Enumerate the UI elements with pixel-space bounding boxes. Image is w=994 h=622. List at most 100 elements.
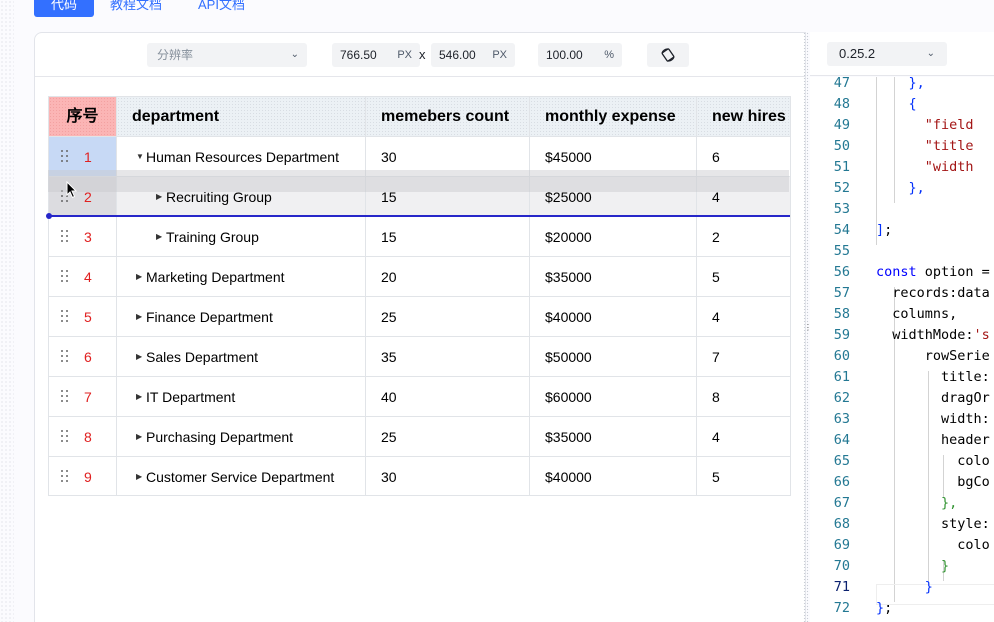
table-row[interactable]: 6 ▶ Sales Department 35 $50000 7 (49, 337, 790, 377)
tab-code[interactable]: 代码 (34, 0, 94, 17)
code-line[interactable]: colo (876, 535, 990, 556)
expand-arrow-icon[interactable]: ▶ (136, 457, 146, 495)
expand-arrow-icon[interactable]: ▶ (156, 177, 166, 216)
code-line[interactable]: "width (876, 157, 974, 178)
code-line[interactable]: colo (876, 451, 990, 472)
expand-arrow-icon[interactable]: ▶ (136, 297, 146, 336)
drag-handle-icon[interactable] (61, 150, 69, 164)
code-line[interactable]: widthMode:'s (876, 325, 990, 346)
drag-handle-icon[interactable] (61, 350, 69, 364)
code-line[interactable]: }, (876, 493, 957, 514)
code-line[interactable]: const option = (876, 262, 990, 283)
department-cell[interactable]: ▶ Training Group (117, 217, 366, 257)
expense-cell[interactable]: $35000 (530, 257, 697, 297)
serial-cell[interactable]: 7 (49, 377, 117, 417)
code-line[interactable]: } (876, 556, 949, 577)
drag-handle-icon[interactable] (61, 310, 69, 324)
header-new-hires[interactable]: new hires (697, 97, 790, 137)
code-line[interactable]: records:data (876, 283, 990, 304)
expand-arrow-icon[interactable]: ▶ (156, 217, 166, 256)
members-cell[interactable]: 15 (366, 217, 530, 257)
department-cell[interactable]: ▶ Purchasing Department (117, 417, 366, 457)
department-cell[interactable]: ▶ IT Department (117, 377, 366, 417)
hires-cell[interactable]: 6 (697, 137, 790, 177)
hires-cell[interactable]: 5 (697, 257, 790, 297)
expand-arrow-icon[interactable]: ▶ (136, 417, 146, 456)
serial-cell[interactable]: 4 (49, 257, 117, 297)
department-cell[interactable]: ▶ Customer Service Department (117, 457, 366, 495)
department-cell[interactable]: ▶ Finance Department (117, 297, 366, 337)
serial-cell[interactable]: 2 (49, 177, 117, 217)
code-line[interactable]: "title (876, 136, 974, 157)
expense-cell[interactable]: $40000 (530, 297, 697, 337)
header-department[interactable]: department (117, 97, 366, 137)
tab-api-docs[interactable]: API文档 (194, 0, 249, 17)
code-line[interactable]: header (876, 430, 990, 451)
code-line[interactable]: { (876, 94, 917, 115)
table-row[interactable]: 5 ▶ Finance Department 25 $40000 4 (49, 297, 790, 337)
serial-cell[interactable]: 1 (49, 137, 117, 177)
members-cell[interactable]: 40 (366, 377, 530, 417)
drag-handle-icon[interactable] (61, 470, 69, 484)
serial-cell[interactable]: 5 (49, 297, 117, 337)
expense-cell[interactable]: $25000 (530, 177, 697, 217)
department-cell[interactable]: ▶ Marketing Department (117, 257, 366, 297)
department-cell[interactable]: ▶ Recruiting Group (117, 177, 366, 217)
hires-cell[interactable]: 8 (697, 377, 790, 417)
tab-tutorial[interactable]: 教程文档 (106, 0, 166, 17)
code-line[interactable]: "field (876, 115, 974, 136)
expense-cell[interactable]: $60000 (530, 377, 697, 417)
table-row[interactable]: 9 ▶ Customer Service Department 30 $40000 5 (49, 457, 790, 495)
code-line[interactable]: style: (876, 514, 990, 535)
zoom-input[interactable]: 100.00 % (538, 43, 622, 67)
department-cell[interactable]: ▶ Sales Department (117, 337, 366, 377)
table-row[interactable]: 2 ▶ Recruiting Group 15 $25000 4 (49, 177, 790, 217)
code-line[interactable]: }, (876, 77, 925, 94)
table-row[interactable]: 8 ▶ Purchasing Department 25 $35000 4 (49, 417, 790, 457)
hires-cell[interactable]: 4 (697, 177, 790, 217)
drag-handle-icon[interactable] (61, 230, 69, 244)
resolution-select[interactable]: 分辨率 ⌄ (147, 43, 307, 67)
code-line[interactable]: ]; (876, 220, 892, 241)
expand-arrow-icon[interactable]: ▶ (136, 257, 146, 296)
code-line[interactable]: width: (876, 409, 990, 430)
code-editor[interactable]: 47 }, 48 {49 "field 50 "title 51 "width 52 }… (810, 77, 994, 622)
department-cell[interactable]: ▼ Human Resources Department (117, 137, 366, 177)
code-line[interactable]: columns, (876, 304, 957, 325)
height-input[interactable]: 546.00 PX (431, 43, 515, 67)
members-cell[interactable]: 30 (366, 137, 530, 177)
splitter-handle-icon[interactable]: ⋮ (804, 324, 812, 334)
header-serial[interactable]: 序号 (49, 97, 117, 137)
code-line[interactable]: bgCo (876, 472, 990, 493)
code-line[interactable]: }; (876, 598, 892, 619)
hires-cell[interactable]: 5 (697, 457, 790, 495)
hires-cell[interactable]: 2 (697, 217, 790, 257)
drag-handle-icon[interactable] (61, 430, 69, 444)
table-row[interactable]: 3 ▶ Training Group 15 $20000 2 (49, 217, 790, 257)
hires-cell[interactable]: 4 (697, 417, 790, 457)
code-line[interactable]: rowSerie (876, 346, 990, 367)
code-line[interactable]: }, (876, 178, 925, 199)
header-members-count[interactable]: memebers count (366, 97, 530, 137)
members-cell[interactable]: 20 (366, 257, 530, 297)
expense-cell[interactable]: $50000 (530, 337, 697, 377)
drag-handle-icon[interactable] (61, 270, 69, 284)
hires-cell[interactable]: 4 (697, 297, 790, 337)
drag-handle-icon[interactable] (61, 390, 69, 404)
serial-cell[interactable]: 9 (49, 457, 117, 495)
rotate-button[interactable] (647, 43, 689, 67)
header-monthly-expense[interactable]: monthly expense (530, 97, 697, 137)
expense-cell[interactable]: $45000 (530, 137, 697, 177)
collapse-arrow-icon[interactable]: ▼ (136, 137, 146, 176)
code-line[interactable]: dragOr (876, 388, 990, 409)
members-cell[interactable]: 35 (366, 337, 530, 377)
expense-cell[interactable]: $35000 (530, 417, 697, 457)
members-cell[interactable]: 15 (366, 177, 530, 217)
table-row[interactable]: 7 ▶ IT Department 40 $60000 8 (49, 377, 790, 417)
serial-cell[interactable]: 8 (49, 417, 117, 457)
serial-cell[interactable]: 6 (49, 337, 117, 377)
serial-cell[interactable]: 3 (49, 217, 117, 257)
version-select[interactable]: 0.25.2 ⌄ (827, 42, 947, 66)
code-line[interactable]: } (876, 577, 933, 598)
expand-arrow-icon[interactable]: ▶ (136, 337, 146, 376)
